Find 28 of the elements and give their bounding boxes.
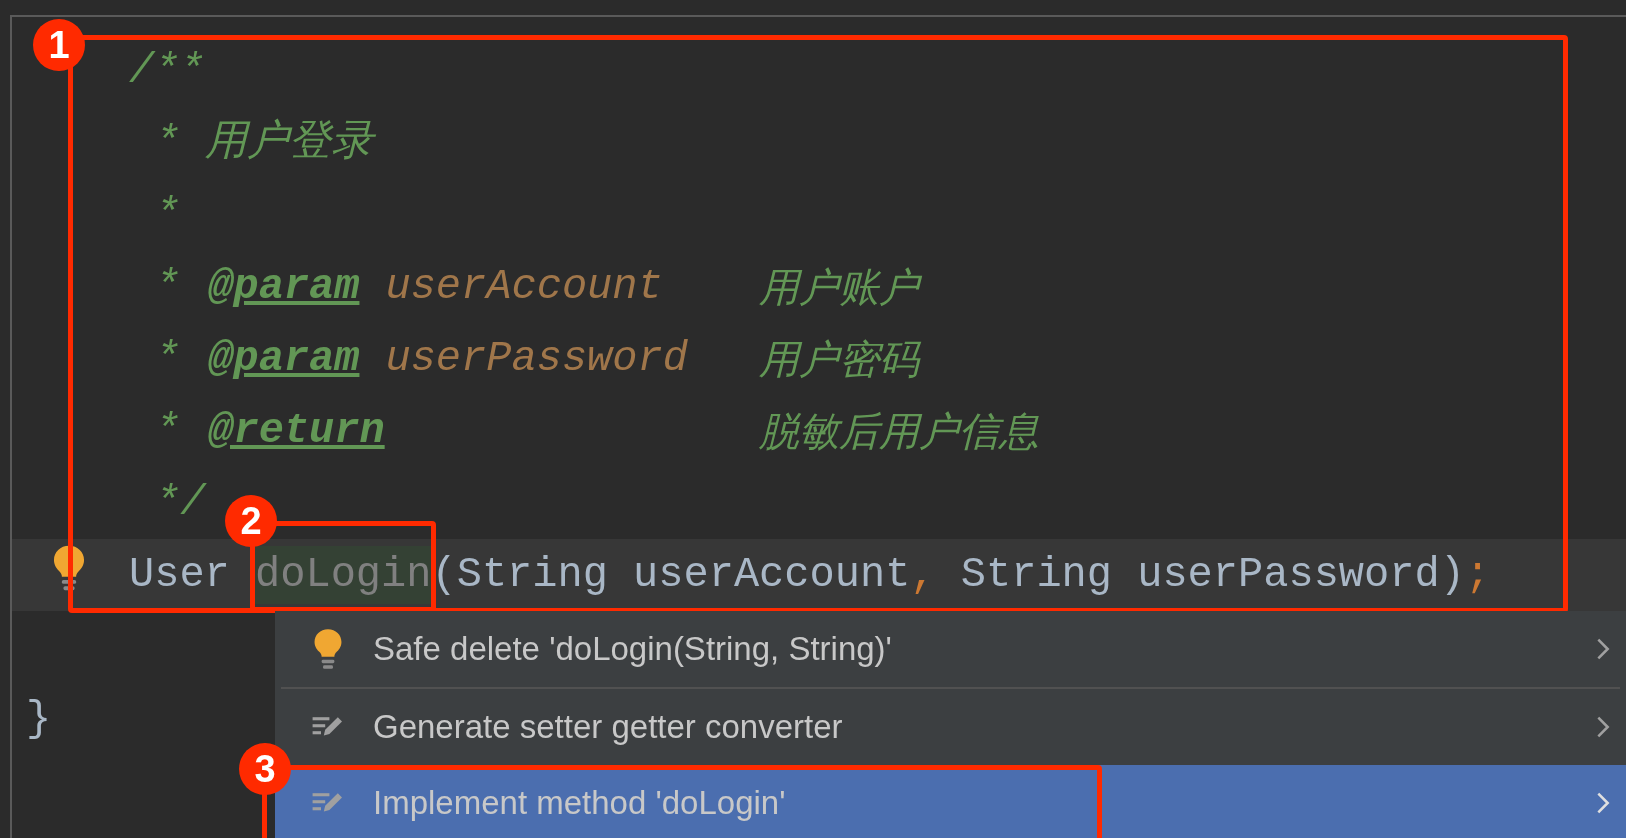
punctuation: ,	[910, 549, 936, 601]
javadoc-tag: @param	[208, 255, 360, 319]
code-text: (String userAccount	[431, 549, 911, 601]
chevron-right-icon	[1596, 636, 1610, 662]
doc-comment: *	[155, 405, 181, 457]
doc-comment: */	[155, 477, 206, 529]
code-text: String userPassword)	[959, 549, 1465, 601]
param-name: userAccount	[385, 261, 663, 313]
doc-comment: /**	[129, 45, 205, 97]
menu-item[interactable]: Safe delete 'doLogin(String, String)'	[275, 611, 1626, 687]
punctuation: ;	[1464, 549, 1491, 601]
doc-comment: * 用户登录	[155, 117, 374, 169]
doc-comment: *	[155, 333, 181, 385]
code-text: }	[26, 693, 52, 745]
javadoc-tag: @param	[208, 327, 360, 391]
step-number: 3	[239, 743, 291, 795]
doc-comment: *	[155, 261, 181, 313]
code-text: User	[129, 549, 231, 601]
doc-comment: 脱敏后用户信息	[759, 407, 1039, 456]
step-number: 1	[33, 19, 85, 71]
step-number: 2	[225, 495, 278, 547]
param-name: userPassword	[385, 333, 688, 385]
method-name: doLogin	[255, 546, 432, 604]
doc-comment: *	[155, 189, 181, 241]
doc-comment: 用户密码	[759, 335, 919, 384]
chevron-right-icon	[1596, 790, 1610, 816]
chevron-right-icon	[1596, 714, 1610, 740]
javadoc-tag: @return	[208, 399, 385, 463]
